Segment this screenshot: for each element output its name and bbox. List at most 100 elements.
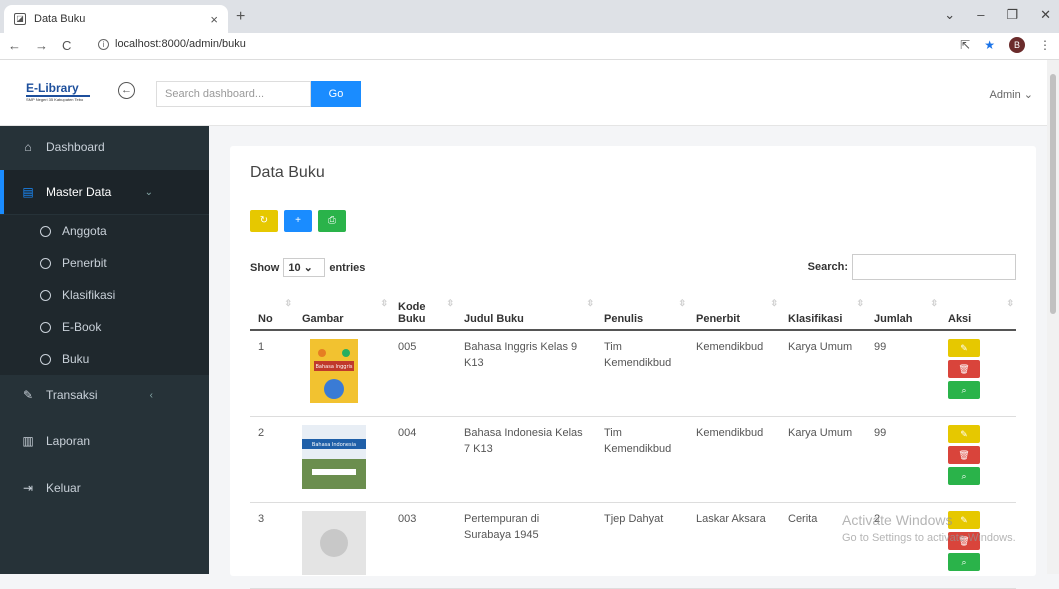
profile-avatar[interactable]: B xyxy=(1009,37,1025,53)
cell-penulis: Tim Kemendikbud xyxy=(596,416,688,503)
col-klasifikasi[interactable]: Klasifikasi xyxy=(780,292,866,331)
report-icon: ▥ xyxy=(22,434,34,448)
go-button[interactable]: Go xyxy=(311,81,361,107)
database-icon: ▤ xyxy=(22,185,34,199)
share-icon[interactable]: ⇱ xyxy=(960,38,970,52)
table-row: 1 Bahasa Inggris 005 Bahasa Inggris Kela… xyxy=(250,330,1016,417)
delete-button[interactable]: 🗑 xyxy=(948,360,980,378)
sidebar-sub-buku[interactable]: Buku xyxy=(0,343,209,375)
url-field[interactable]: i localhost:8000/admin/buku xyxy=(98,38,246,50)
col-gambar[interactable]: Gambar xyxy=(294,292,390,331)
edit-button[interactable]: ✎ xyxy=(948,511,980,529)
cell-cover: Bahasa Inggris xyxy=(294,330,390,417)
minimize-icon[interactable]: – xyxy=(977,7,984,23)
cell-aksi: ✎ 🗑 ⌕ xyxy=(940,416,1016,503)
sidebar-item-label: Master Data xyxy=(46,185,112,199)
chevron-left-icon: ‹ xyxy=(149,389,153,401)
col-no[interactable]: No xyxy=(250,292,294,331)
edit-button[interactable]: ✎ xyxy=(948,339,980,357)
chevron-down-icon: ⌄ xyxy=(1023,89,1033,101)
cell-cover xyxy=(294,502,390,589)
cell-kode: 004 xyxy=(390,416,456,503)
table-row: 2 Bahasa Indonesia 004 Bahasa Indonesia … xyxy=(250,416,1016,503)
page-favicon-icon: ◪ xyxy=(14,13,26,25)
cell-judul: Bahasa Inggris Kelas 9 K13 xyxy=(456,330,596,417)
entries-select[interactable]: 10 ⌄ xyxy=(283,258,326,277)
url-text: localhost:8000/admin/buku xyxy=(115,38,246,50)
circle-icon xyxy=(40,257,51,269)
sidebar-sub-ebook[interactable]: E-Book xyxy=(0,311,209,343)
address-bar: ← → C i localhost:8000/admin/buku ⇱ ★ B ⋮ xyxy=(0,33,1059,60)
col-penerbit[interactable]: Penerbit xyxy=(688,292,780,331)
scrollbar[interactable] xyxy=(1047,60,1059,574)
sidebar: ⌂ Dashboard ▤ Master Data ⌄ Anggota Penerbi… xyxy=(0,126,209,574)
tab-list-icon[interactable]: ⌄ xyxy=(944,7,955,23)
cell-cover: Bahasa Indonesia xyxy=(294,416,390,503)
reload-icon[interactable]: C xyxy=(62,38,71,53)
view-button[interactable]: ⌕ xyxy=(948,467,980,485)
menu-icon[interactable]: ⋮ xyxy=(1039,38,1051,52)
cell-penulis: Tim Kemendikbud xyxy=(596,330,688,417)
circle-icon xyxy=(40,321,51,333)
col-jumlah[interactable]: Jumlah xyxy=(866,292,940,331)
close-tab-icon[interactable]: × xyxy=(210,12,218,27)
edit-button[interactable]: ✎ xyxy=(948,425,980,443)
sidebar-sub-anggota[interactable]: Anggota xyxy=(0,215,209,247)
delete-button[interactable]: 🗑 xyxy=(948,446,980,464)
cell-aksi: ✎ 🗑 ⌕ xyxy=(940,330,1016,417)
toggle-sidebar-icon[interactable]: ← xyxy=(118,82,135,99)
sub-label: Klasifikasi xyxy=(62,288,116,302)
col-aksi[interactable]: Aksi xyxy=(940,292,1016,331)
add-button[interactable]: + xyxy=(284,210,312,232)
cell-penerbit: Kemendikbud xyxy=(688,330,780,417)
sidebar-item-master-data[interactable]: ▤ Master Data ⌄ xyxy=(0,170,209,214)
sub-label: Buku xyxy=(62,352,90,366)
col-judul[interactable]: Judul Buku xyxy=(456,292,596,331)
view-button[interactable]: ⌕ xyxy=(948,381,980,399)
scrollbar-thumb[interactable] xyxy=(1050,74,1056,314)
circle-icon xyxy=(40,353,51,365)
entries-length: Show 10 ⌄ entries xyxy=(250,258,365,277)
sidebar-item-label: Laporan xyxy=(46,434,91,448)
sidebar-item-transaksi[interactable]: ✎ Transaksi ‹ xyxy=(0,376,209,414)
sidebar-item-keluar[interactable]: ⇥ Keluar xyxy=(0,469,209,507)
user-name: Admin xyxy=(989,89,1021,101)
close-window-icon[interactable]: ✕ xyxy=(1040,7,1051,23)
sidebar-item-dashboard[interactable]: ⌂ Dashboard xyxy=(0,128,209,166)
sidebar-item-laporan[interactable]: ▥ Laporan xyxy=(0,422,209,460)
back-icon[interactable]: ← xyxy=(8,38,21,53)
book-cover-image: Bahasa Indonesia xyxy=(302,425,366,489)
cell-judul: Pertempuran di Surabaya 1945 xyxy=(456,502,596,589)
cell-kode: 005 xyxy=(390,330,456,417)
app-logo[interactable]: E-Library SMP Negeri 35 Kabupaten Tebo xyxy=(26,82,90,102)
table-search-input[interactable] xyxy=(852,254,1016,280)
pencil-icon: ✎ xyxy=(22,388,34,402)
sidebar-sub-klasifikasi[interactable]: Klasifikasi xyxy=(0,279,209,311)
cell-penerbit: Kemendikbud xyxy=(688,416,780,503)
logo-subtext: SMP Negeri 35 Kabupaten Tebo xyxy=(26,97,84,102)
cover-title: Bahasa Inggris xyxy=(315,364,352,370)
sub-label: Penerbit xyxy=(62,256,107,270)
sub-label: E-Book xyxy=(62,320,102,334)
bookmark-star-icon[interactable]: ★ xyxy=(984,38,995,52)
forward-icon[interactable]: → xyxy=(35,38,48,53)
view-button[interactable]: ⌕ xyxy=(948,553,980,571)
refresh-button[interactable]: ↻ xyxy=(250,210,278,232)
user-menu[interactable]: Admin ⌄ xyxy=(990,88,1033,101)
activate-windows-title: Activate Windows xyxy=(842,512,953,528)
cell-jumlah: 99 xyxy=(866,416,940,503)
info-icon[interactable]: i xyxy=(98,39,109,50)
search-input[interactable] xyxy=(156,81,311,107)
col-kode[interactable]: Kode Buku xyxy=(390,292,456,331)
browser-tab[interactable]: ◪ Data Buku × xyxy=(4,5,228,33)
cell-no: 3 xyxy=(250,502,294,589)
logo-text: E-Library xyxy=(26,82,90,97)
col-penulis[interactable]: Penulis xyxy=(596,292,688,331)
print-button[interactable]: ⎙ xyxy=(318,210,346,232)
cell-no: 2 xyxy=(250,416,294,503)
new-tab-icon[interactable]: + xyxy=(236,8,245,26)
cell-klasifikasi: Karya Umum xyxy=(780,416,866,503)
maximize-icon[interactable]: ❐ xyxy=(1006,7,1018,23)
sidebar-sub-penerbit[interactable]: Penerbit xyxy=(0,247,209,279)
browser-tabbar: ◪ Data Buku × + ⌄ – ❐ ✕ xyxy=(0,0,1059,33)
